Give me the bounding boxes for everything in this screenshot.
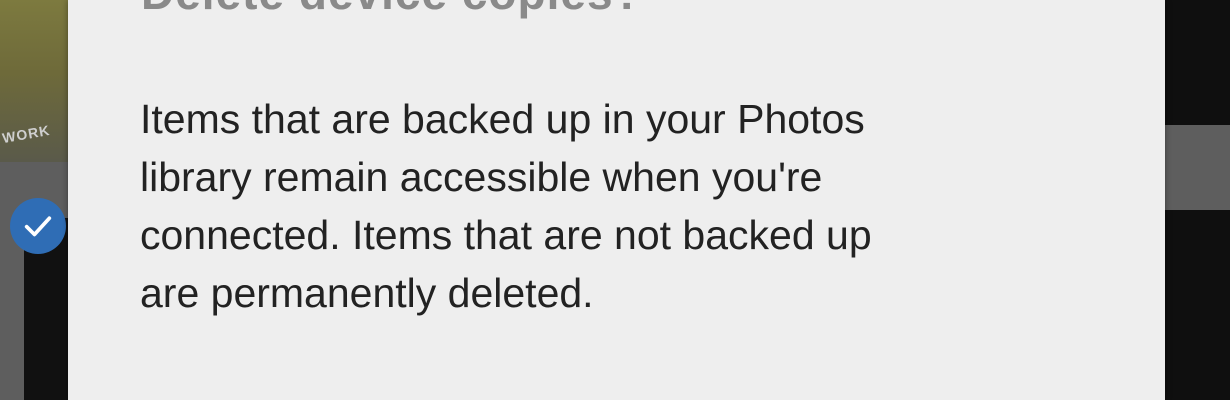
photo-thumbnail-left[interactable]: WORK <box>0 0 68 162</box>
dialog-message-line: are permanently deleted. <box>140 270 594 316</box>
photo-text: WORK <box>0 121 52 147</box>
dialog-message-line: connected. Items that are not backed up <box>140 212 872 258</box>
dialog-message-line: library remain accessible when you're <box>140 154 823 200</box>
photo-thumbnail-right-bottom[interactable] <box>1165 210 1230 400</box>
dialog-message: Items that are backed up in your Photos … <box>140 90 1040 322</box>
selected-check-badge[interactable] <box>10 198 66 254</box>
dialog-message-line: Items that are backed up in your Photos <box>140 96 865 142</box>
photo-thumbnail-right-top[interactable] <box>1165 0 1230 125</box>
delete-device-copies-dialog: Delete device copies? Items that are bac… <box>68 0 1165 400</box>
photo-grid-gap-right <box>1165 125 1230 210</box>
dialog-title: Delete device copies? <box>141 0 643 20</box>
checkmark-icon <box>24 216 52 237</box>
